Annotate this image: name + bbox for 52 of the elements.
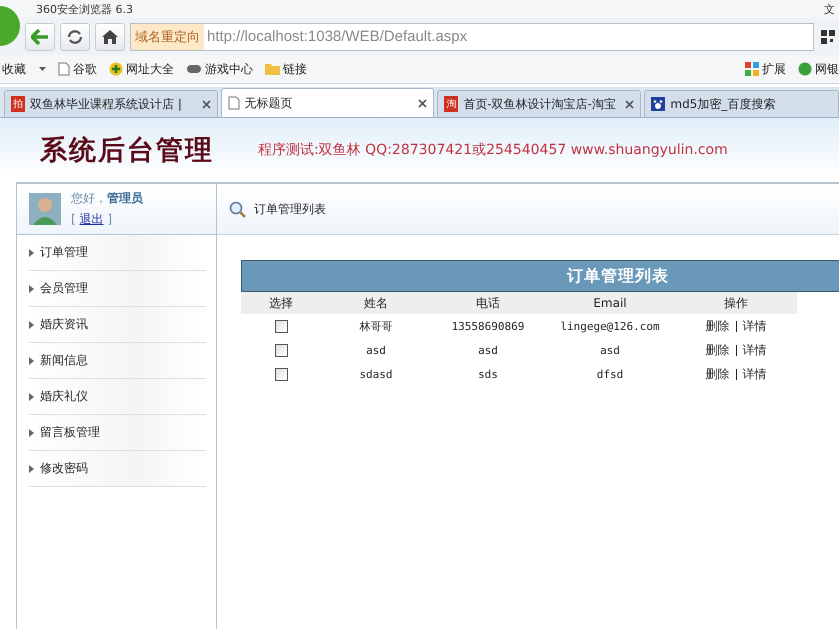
bookmark-item[interactable]: 扩展 — [745, 60, 786, 78]
menu-item[interactable]: 会员管理 — [29, 271, 206, 307]
browser-tab[interactable]: 淘 首页-双鱼林设计淘宝店-淘宝 — [437, 90, 642, 117]
menu-item[interactable]: 修改密码 — [29, 451, 206, 487]
tab-favicon: 淘 — [444, 96, 458, 112]
table-title: 订单管理列表 — [241, 260, 839, 292]
table-cell-text: asd — [365, 344, 387, 356]
column-header: 电话 — [475, 294, 501, 312]
menu-item[interactable]: 新闻信息 — [29, 343, 206, 379]
detail-link[interactable]: 详情 — [742, 366, 766, 382]
bookmark-item[interactable]: 网址大全 — [109, 60, 174, 78]
bookmark-item[interactable]: 收藏 — [2, 60, 46, 78]
menu-item[interactable]: 留言板管理 — [29, 415, 206, 451]
detail-link[interactable]: 详情 — [742, 318, 766, 334]
table-cell-text: 13558690869 — [450, 320, 526, 332]
column-header: Email — [592, 296, 628, 310]
menu-item[interactable]: 婚庆资讯 — [29, 307, 206, 343]
logout-link[interactable]: 退出 — [80, 212, 104, 226]
delete-link[interactable]: 删除 — [706, 366, 730, 382]
tab-favicon: 拍 — [11, 96, 25, 112]
site-logo: 系统后台管理 — [40, 134, 214, 168]
bookmark-item[interactable]: 网银 — [798, 60, 839, 78]
menu-item[interactable]: 婚庆礼仪 — [29, 379, 206, 415]
table-cell-text: sdasd — [358, 368, 394, 380]
greeting-text: 您好，管理员 — [71, 190, 143, 207]
window-title: 360安全浏览器 6.3 — [36, 2, 133, 16]
table-cell-text: asd — [477, 344, 499, 356]
table-cell-text: lingege@126.com — [559, 320, 661, 332]
table-cell-text: asd — [599, 344, 621, 356]
delete-link[interactable]: 删除 — [706, 318, 730, 334]
bracket-text: [ — [71, 212, 76, 226]
table-cell-text: sds — [477, 368, 499, 380]
breadcrumb-title: 订单管理列表 — [254, 200, 326, 218]
browser-tab[interactable]: md5加密_百度搜索 — [644, 90, 839, 117]
detail-link[interactable]: 详情 — [742, 342, 766, 358]
column-header: 操作 — [723, 294, 749, 312]
bracket-text: ] — [107, 212, 112, 226]
tagline: 程序测试:双鱼林 QQ:287307421或254540457 www.shuangyulin.com — [258, 141, 728, 159]
menu-item[interactable]: 订单管理 — [29, 235, 206, 271]
redirect-label: 域名重定向 — [131, 24, 204, 50]
delete-link[interactable]: 删除 — [706, 342, 730, 358]
bookmark-item[interactable]: 链接 — [265, 60, 307, 78]
menu-text[interactable]: 文 — [824, 2, 835, 16]
table-cell-text: dfsd — [596, 368, 624, 380]
table-cell-text: 林哥哥 — [358, 318, 394, 334]
column-header: 姓名 — [363, 294, 389, 312]
bookmark-item[interactable]: 谷歌 — [58, 60, 97, 78]
column-header: 选择 — [268, 294, 294, 312]
browser-tab[interactable]: 拍 双鱼林毕业课程系统设计店 | — [4, 90, 218, 117]
bookmark-item[interactable]: 游戏中心 — [186, 60, 253, 78]
address-field[interactable]: 域名重定向 http://localhost:1038/WEB/Default.aspx — [130, 22, 814, 50]
browser-tab[interactable]: 无标题页 — [220, 88, 434, 117]
